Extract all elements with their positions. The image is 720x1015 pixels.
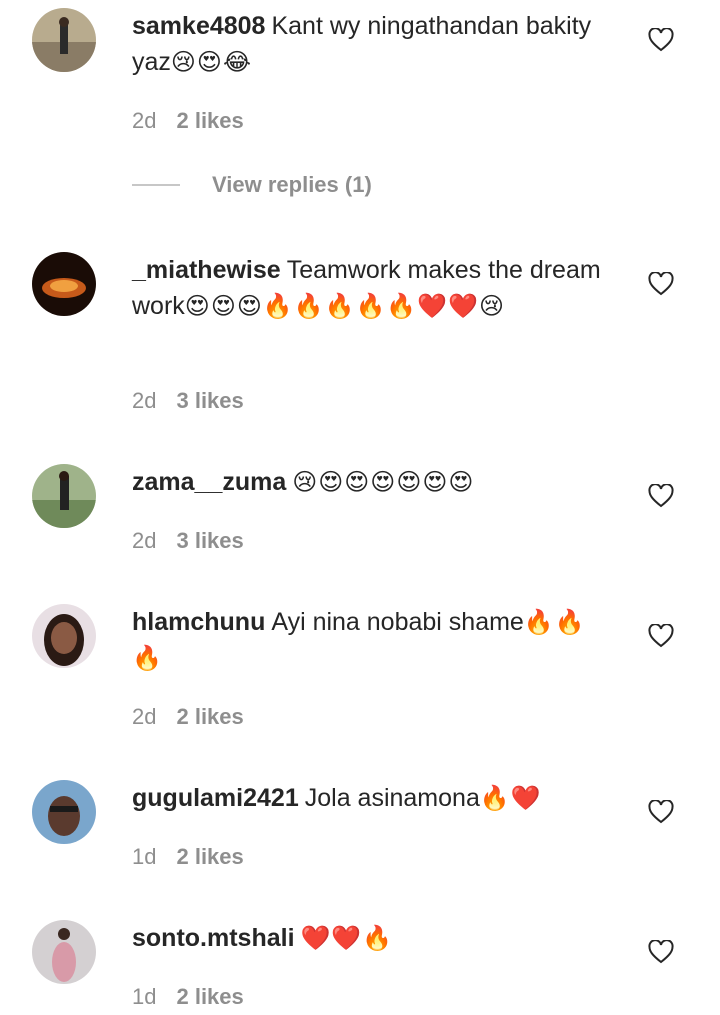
comment-username[interactable]: _miathewise — [132, 256, 281, 284]
comment-text: Jola asinamona — [304, 784, 480, 812]
view-replies-label[interactable]: View replies (1) — [212, 172, 372, 198]
like-heart-icon[interactable] — [648, 940, 674, 964]
comment-likes[interactable]: 2 likes — [176, 844, 243, 869]
like-heart-icon[interactable] — [648, 272, 674, 296]
comment-username[interactable]: sonto.mtshali — [132, 924, 295, 952]
comment-username[interactable]: samke4808 — [132, 12, 265, 40]
comment-likes[interactable]: 3 likes — [176, 528, 243, 553]
avatar-image — [32, 920, 96, 984]
comment-emoji: ❤️❤️🔥 — [300, 924, 394, 952]
comment-likes[interactable]: 2 likes — [176, 984, 243, 1009]
like-heart-icon[interactable] — [648, 624, 674, 648]
comment-age: 2d — [132, 388, 157, 413]
avatar-image — [32, 8, 96, 72]
avatar[interactable] — [32, 780, 96, 844]
comment-age: 2d — [132, 704, 157, 729]
comment-emoji: 😢😍😂 — [170, 48, 252, 76]
avatar[interactable] — [32, 920, 96, 984]
avatar[interactable] — [32, 464, 96, 528]
comment-age: 1d — [132, 984, 157, 1009]
comment-emoji: 😍😍😍🔥🔥🔥🔥🔥❤️❤️😢 — [184, 292, 506, 320]
divider-line — [132, 184, 180, 186]
comment-emoji: 😢😍😍😍😍😍😍 — [292, 468, 475, 496]
comment-text: Ayi nina nobabi shame — [271, 608, 524, 636]
comment-username[interactable]: hlamchunu — [132, 608, 265, 636]
avatar-image — [32, 604, 96, 668]
avatar-image — [32, 464, 96, 528]
like-heart-icon[interactable] — [648, 28, 674, 52]
avatar[interactable] — [32, 8, 96, 72]
comment-likes[interactable]: 3 likes — [176, 388, 243, 413]
view-replies-button[interactable]: View replies (1) — [132, 172, 372, 198]
comment-username[interactable]: gugulami2421 — [132, 784, 299, 812]
comment-username[interactable]: zama__zuma — [132, 468, 286, 496]
comment-age: 2d — [132, 528, 157, 553]
avatar-image — [32, 252, 96, 316]
like-heart-icon[interactable] — [648, 484, 674, 508]
comment-likes[interactable]: 2 likes — [176, 704, 243, 729]
avatar-image — [32, 780, 96, 844]
comment-likes[interactable]: 2 likes — [176, 108, 243, 133]
comment-age: 2d — [132, 108, 157, 133]
avatar[interactable] — [32, 252, 96, 316]
comment-emoji: 🔥❤️ — [479, 784, 542, 812]
comment-age: 1d — [132, 844, 157, 869]
avatar[interactable] — [32, 604, 96, 668]
like-heart-icon[interactable] — [648, 800, 674, 824]
